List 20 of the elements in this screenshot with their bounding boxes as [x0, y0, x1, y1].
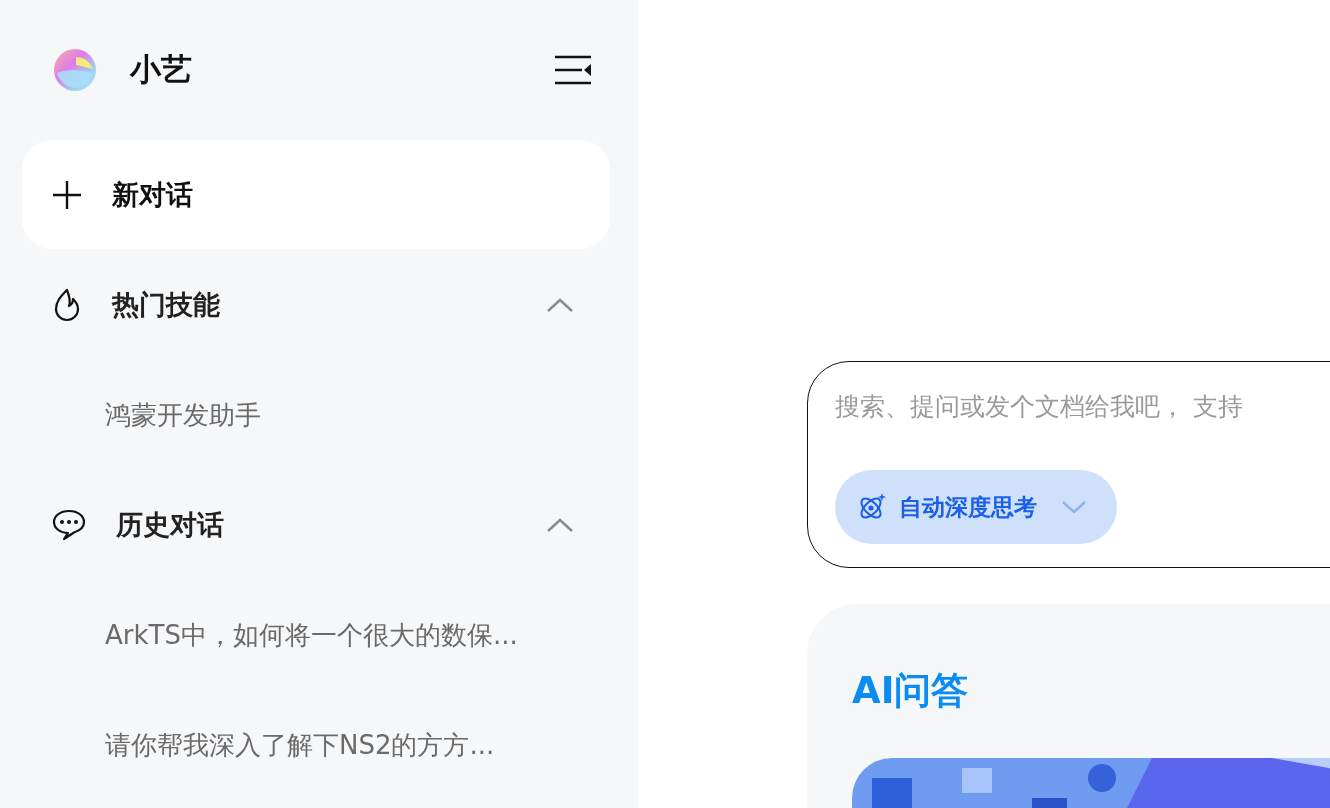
input-field[interactable]: 搜索、提问或发个文档给我吧， 支持: [835, 388, 1330, 424]
logo-icon: [52, 47, 98, 93]
plus-icon: [52, 179, 82, 210]
chevron-up-icon[interactable]: [546, 297, 574, 313]
chevron-up-icon[interactable]: [546, 517, 574, 533]
sidebar-item[interactable]: 请你帮我深入了解下NS2的方方...: [22, 690, 610, 800]
chevron-down-icon: [1061, 499, 1087, 515]
chat-bubble-icon: [52, 509, 86, 541]
card-title: AI问答: [852, 668, 970, 714]
chat-input-box[interactable]: 搜索、提问或发个文档给我吧， 支持 自动深度思考: [807, 361, 1330, 568]
section-title[interactable]: 历史对话: [116, 507, 546, 543]
flame-icon: [52, 288, 82, 322]
app-title: 小艺: [130, 50, 193, 89]
sidebar-item[interactable]: 鸿蒙开发助手: [22, 360, 610, 470]
collapse-sidebar-icon[interactable]: [554, 55, 592, 85]
feature-card[interactable]: AI问答: [807, 604, 1330, 808]
section-title[interactable]: 热门技能: [112, 287, 546, 323]
sidebar-item[interactable]: ArkTS中，如何将一个很大的数保...: [22, 580, 610, 690]
deep-thinking-toggle[interactable]: 自动深度思考: [835, 470, 1117, 544]
new-chat-button[interactable]: 新对话: [22, 140, 610, 249]
